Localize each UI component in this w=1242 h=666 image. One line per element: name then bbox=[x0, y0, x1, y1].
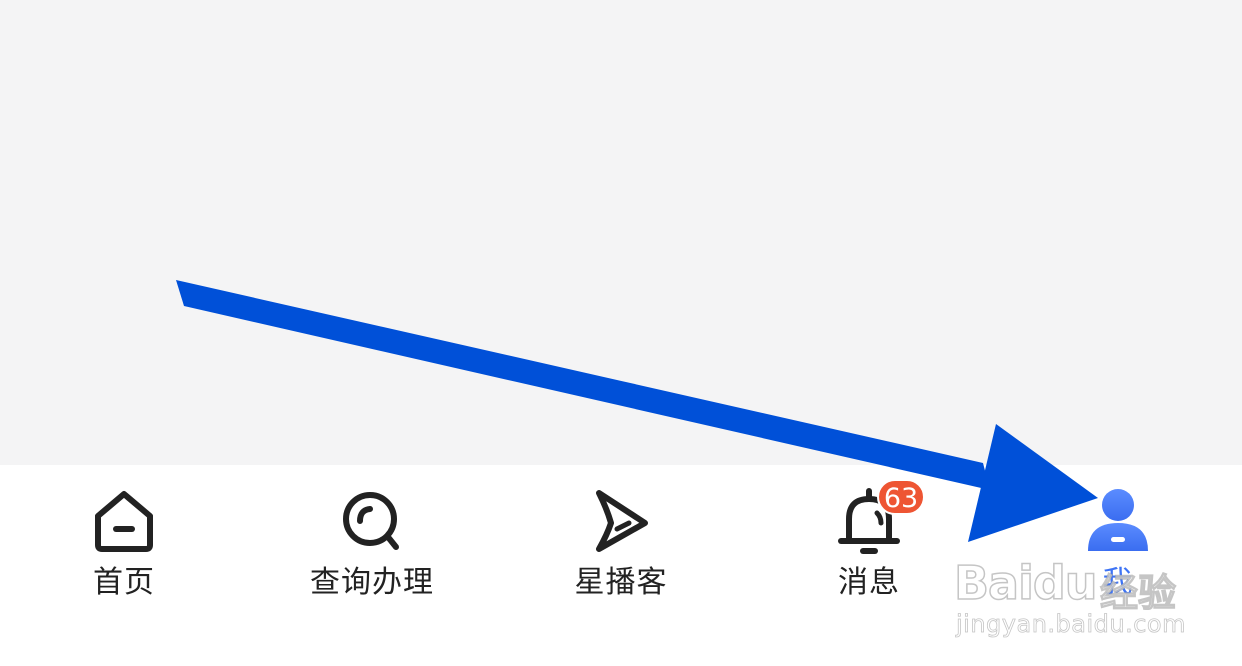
unread-count-badge: 63 bbox=[877, 479, 925, 515]
tab-home[interactable]: 首页 bbox=[0, 465, 248, 625]
bottom-tab-bar: 首页 查询办理 星播客 63 消息 我 bbox=[0, 465, 1242, 666]
tab-query-label: 查询办理 bbox=[310, 565, 434, 600]
play-send-icon bbox=[585, 485, 657, 557]
tab-messages-label: 消息 bbox=[838, 565, 900, 600]
tab-query[interactable]: 查询办理 bbox=[248, 465, 496, 625]
content-area bbox=[0, 0, 1242, 465]
tab-podcast[interactable]: 星播客 bbox=[497, 465, 745, 625]
tab-me-label: 我 bbox=[1102, 565, 1134, 600]
tab-home-label: 首页 bbox=[93, 565, 155, 600]
user-icon bbox=[1082, 485, 1154, 557]
tab-podcast-label: 星播客 bbox=[574, 565, 668, 600]
tab-me[interactable]: 我 bbox=[994, 465, 1242, 625]
home-icon bbox=[88, 485, 160, 557]
tab-messages[interactable]: 63 消息 bbox=[745, 465, 993, 625]
search-icon bbox=[336, 485, 408, 557]
